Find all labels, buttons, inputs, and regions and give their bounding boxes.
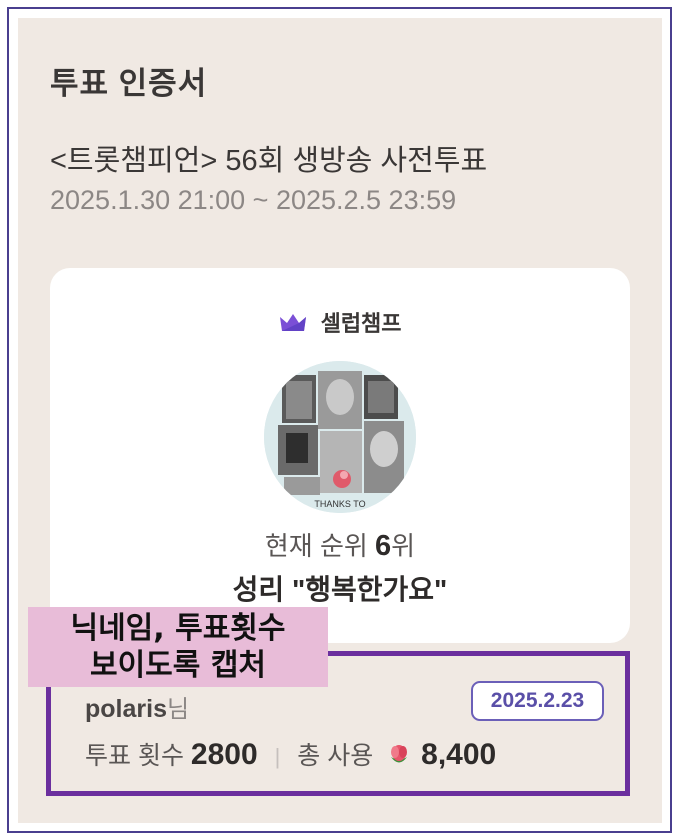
flower-icon xyxy=(391,745,408,763)
artist-song: 성리 "행복한가요" xyxy=(232,574,448,605)
vote-count-label: 투표 횟수 xyxy=(85,742,184,770)
artist-photo: THANKS TO xyxy=(264,361,416,513)
crown-icon xyxy=(280,314,307,331)
brand-logo: 셀럽챔프 xyxy=(50,306,630,338)
brand-name: 셀럽챔프 xyxy=(320,311,402,336)
event-name: <트롯챔피언> 56회 생방송 사전투표 xyxy=(50,145,488,177)
nickname: polaris님 xyxy=(85,689,189,724)
rank-suffix: 위 xyxy=(391,531,416,561)
rank-value: 6 xyxy=(375,530,392,562)
vote-count-value: 2800 xyxy=(190,738,258,771)
artist-collage: THANKS TO xyxy=(264,361,416,513)
sticker-line-2: 보이도록 캡처 xyxy=(89,648,267,683)
svg-text:THANKS TO: THANKS TO xyxy=(314,499,365,509)
nickname-value: polaris xyxy=(85,695,167,723)
divider: | xyxy=(274,744,281,769)
vote-stats: 투표 횟수 2800 | 총 사용 8,400 xyxy=(85,736,496,772)
vote-period: 2025.1.30 21:00 ~ 2025.2.5 23:59 xyxy=(50,185,457,215)
rank-label: 현재 순위 xyxy=(264,531,368,561)
date-badge: 2025.2.23 xyxy=(471,681,604,721)
sticker-line-1: 닉네임, 투표횟수 xyxy=(70,611,286,646)
nickname-suffix: 님 xyxy=(166,696,190,723)
certificate-title: 투표 인증서 xyxy=(50,66,208,101)
total-used-label: 총 사용 xyxy=(297,742,374,770)
caption-sticker: 닉네임, 투표횟수 보이도록 캡처 xyxy=(28,607,328,687)
current-rank: 현재 순위 6위 xyxy=(50,526,630,563)
artist-card: 셀럽챔프 THANKS TO 현재 순위 6위 성리 "행복한가요" xyxy=(50,268,630,643)
total-used-value: 8,400 xyxy=(421,738,497,771)
